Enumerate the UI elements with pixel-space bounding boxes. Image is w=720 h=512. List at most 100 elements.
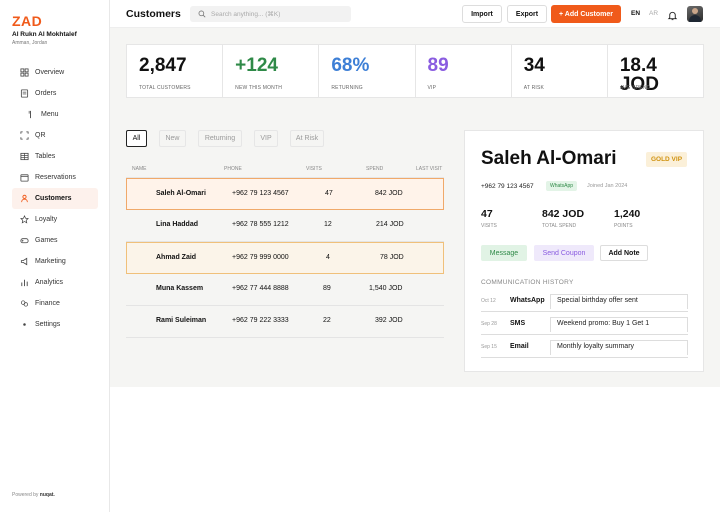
avatar[interactable]	[687, 6, 703, 22]
sidebar-item-label: Settings	[35, 321, 61, 328]
import-button[interactable]: Import	[462, 5, 502, 23]
sidebar-item-loyalty[interactable]: Loyalty	[12, 209, 98, 230]
sidebar-item-label: Marketing	[35, 258, 66, 265]
sidebar-item-menu[interactable]: Menu	[12, 104, 98, 125]
fork-icon	[26, 110, 35, 119]
sidebar-item-marketing[interactable]: Marketing	[12, 251, 98, 272]
star-icon	[20, 215, 29, 224]
cell-spend: 214 JOD	[376, 221, 404, 228]
business-location: Amman, Jordan	[12, 40, 48, 46]
chart-icon	[20, 278, 29, 287]
cell-name: Rami Suleiman	[156, 317, 207, 324]
filter-new[interactable]: New	[159, 130, 186, 147]
stat-label: AVG SPEND	[619, 85, 651, 91]
detail-stat-value: 1,240	[614, 208, 641, 220]
sidebar-item-analytics[interactable]: Analytics	[12, 272, 98, 293]
sidebar-item-label: Orders	[35, 90, 57, 97]
table-row[interactable]: Muna Kassem +962 77 444 8888 89 1,540 JO…	[126, 274, 444, 306]
column-header[interactable]: VISITS	[306, 166, 322, 172]
stat-label: TOTAL CUSTOMERS	[139, 85, 191, 91]
detail-stat-label: TOTAL SPEND	[542, 223, 577, 229]
stat-value: 2,847	[139, 55, 187, 76]
sidebar-item-qr[interactable]: QR	[12, 125, 98, 146]
sidebar-item-label: Loyalty	[35, 216, 58, 223]
sidebar-item-tables[interactable]: Tables	[12, 146, 98, 167]
comm-message: Special birthday offer sent	[557, 297, 638, 304]
search-box[interactable]	[190, 6, 351, 22]
sidebar-item-finance[interactable]: Finance	[12, 293, 98, 314]
comm-channel: SMS	[510, 320, 526, 327]
stat-returning: 68% RETURNING	[319, 45, 416, 97]
stat-avg-spend: 18.4 JOD AVG SPEND	[608, 45, 703, 97]
sidebar-item-reservations[interactable]: Reservations	[12, 167, 98, 188]
wallet-icon	[20, 299, 29, 308]
cell-phone: +962 77 444 8888	[232, 285, 289, 292]
column-header[interactable]: SPEND	[366, 166, 383, 172]
gear-icon	[20, 320, 29, 329]
table-row[interactable]: Rami Suleiman +962 79 222 3333 22 392 JO…	[126, 306, 444, 338]
bell-icon[interactable]	[667, 8, 678, 21]
calendar-icon	[20, 173, 29, 182]
column-header[interactable]: NAME	[132, 166, 146, 172]
add-customer-button[interactable]: + Add Customer	[551, 5, 621, 23]
comm-channel: Email	[510, 343, 529, 350]
search-input[interactable]	[211, 10, 341, 18]
send-coupon-button[interactable]: Send Coupon	[534, 245, 594, 261]
sidebar-item-label: Reservations	[35, 174, 76, 181]
table-header: NAME PHONE VISITS SPEND LAST VISIT	[126, 158, 444, 178]
sidebar-item-orders[interactable]: Orders	[12, 83, 98, 104]
comm-date: Sep 28	[481, 321, 497, 327]
filter-at-risk[interactable]: At Risk	[290, 130, 324, 147]
cell-spend: 1,540 JOD	[369, 285, 403, 292]
stat-value: 34	[523, 55, 545, 76]
powered-by-prefix: Powered by	[12, 492, 39, 498]
detail-stat-total-spend: 842 JOD TOTAL SPEND	[542, 208, 584, 229]
sidebar-item-label: Menu	[41, 111, 59, 118]
table-row[interactable]: Lina Haddad +962 78 555 1212 12 214 JOD	[126, 210, 444, 242]
stat-value: +124	[235, 55, 278, 76]
sidebar-item-games[interactable]: Games	[12, 230, 98, 251]
filter-vip[interactable]: VIP	[254, 130, 278, 147]
lang-ar-toggle[interactable]: AR	[649, 10, 658, 17]
app-root: ZAD Al Rukn Al Mokhtalef Amman, Jordan O…	[0, 0, 720, 512]
stat-total-customers: 2,847 TOTAL CUSTOMERS	[127, 45, 224, 97]
customer-phone: +962 79 123 4567	[481, 183, 534, 190]
comm-message: Weekend promo: Buy 1 Get 1	[557, 320, 650, 327]
detail-stat-label: VISITS	[481, 223, 497, 229]
communication-history-title: COMMUNICATION HISTORY	[481, 279, 574, 286]
export-button[interactable]: Export	[507, 5, 547, 23]
cell-spend: 392 JOD	[375, 317, 403, 324]
message-button[interactable]: Message	[481, 245, 527, 261]
cell-phone: +962 78 555 1212	[232, 221, 289, 228]
joined-date: Joined Jan 2024	[587, 183, 628, 189]
receipt-icon	[20, 89, 29, 98]
comm-message: Monthly loyalty summary	[557, 343, 635, 350]
cell-visits: 89	[323, 285, 331, 292]
powered-by: Powered by nuqat.	[12, 492, 55, 498]
column-header[interactable]: PHONE	[224, 166, 242, 172]
cell-name: Ahmad Zaid	[156, 254, 197, 261]
filter-all[interactable]: All	[126, 130, 147, 147]
table-icon	[20, 152, 29, 161]
sidebar: ZAD Al Rukn Al Mokhtalef Amman, Jordan O…	[0, 0, 110, 512]
stat-label: NEW THIS MONTH	[235, 85, 283, 91]
comm-item: Sep 28 SMS Weekend promo: Buy 1 Get 1	[481, 317, 688, 335]
sidebar-item-overview[interactable]: Overview	[12, 62, 98, 83]
cell-phone: +962 79 222 3333	[232, 317, 289, 324]
qr-icon	[20, 131, 29, 140]
sidebar-item-customers[interactable]: Customers	[12, 188, 98, 209]
column-header[interactable]: LAST VISIT	[416, 166, 442, 172]
lang-en-toggle[interactable]: EN	[631, 10, 640, 17]
table-row[interactable]: Saleh Al-Omari +962 79 123 4567 47 842 J…	[126, 178, 444, 210]
table-row[interactable]: Ahmad Zaid +962 79 999 0000 4 78 JOD	[126, 242, 444, 274]
add-note-button[interactable]: Add Note	[600, 245, 648, 261]
sidebar-item-label: Analytics	[35, 279, 64, 286]
sidebar-item-settings[interactable]: Settings	[12, 314, 98, 335]
stat-vip: 89 VIP	[416, 45, 512, 97]
filter-returning[interactable]: Returning	[198, 130, 242, 147]
user-icon	[20, 194, 29, 203]
cell-phone: +962 79 123 4567	[232, 190, 289, 197]
detail-stat-visits: 47 VISITS	[481, 208, 497, 229]
channel-badge: WhatsApp	[546, 181, 578, 191]
stats-bar: 2,847 TOTAL CUSTOMERS +124 NEW THIS MONT…	[126, 44, 704, 98]
